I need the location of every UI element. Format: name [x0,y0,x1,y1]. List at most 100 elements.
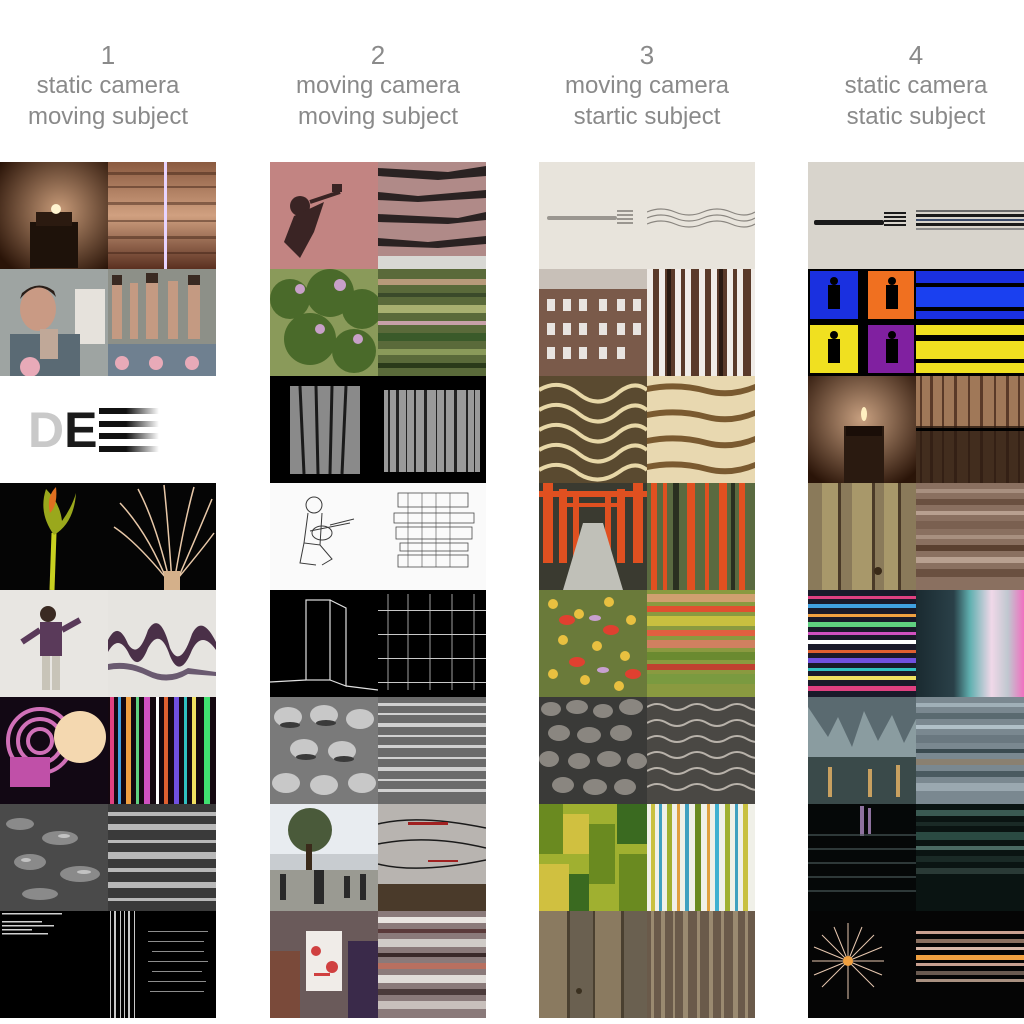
logo-letter-d: D [28,402,64,458]
wood-wall-photo [539,911,647,1018]
night-water-slitscan [916,804,1024,911]
candle-photo [0,162,108,269]
salad-slitscan [647,590,755,697]
tree-photo [270,269,378,376]
column-label-line2: static subject [846,103,986,130]
terminal-slitscan [108,911,216,1018]
image-pair-candle [0,162,216,269]
image-pair-night-water [808,804,1024,911]
shadow-slitscan [378,162,486,269]
image-pair-streaks [808,590,1024,697]
image-pair-pebbles [539,697,755,804]
shadow-photo [270,162,378,269]
card-photo [270,911,378,1018]
person-photo [0,269,108,376]
pebbles-slitscan [647,697,755,804]
image-grid [270,162,486,1018]
flower-bud-photo [0,483,108,590]
water-slitscan [108,804,216,911]
dancer-slitscan [108,590,216,697]
fork-static-photo [808,162,916,269]
image-pair-reflection [808,697,1024,804]
tree-slitscan [378,269,486,376]
door-drawing [270,590,378,697]
flower-bud-slitscan [108,483,216,590]
pebbles-photo [539,697,647,804]
streaks-photo [808,590,916,697]
crowd-photo [270,804,378,911]
card-slitscan [378,911,486,1018]
logo-letter-e: E [64,402,97,458]
night-water-photo [808,804,916,911]
column-number: 2 [370,40,386,70]
column-label-line1: static camera [36,72,180,99]
image-pair-door [270,590,486,697]
column-label-line1: moving camera [295,72,461,99]
water-photo [0,804,108,911]
bark-slitscan [916,483,1024,590]
bark-photo [808,483,916,590]
noodles-slitscan [647,376,755,483]
dandelion-photo [808,911,916,1018]
wood-wall-slitscan [647,911,755,1018]
column-label-line2: moving subject [27,103,189,130]
green-wood-photo [539,804,647,911]
image-pair-circles [0,697,216,804]
image-pair-crowd [270,804,486,911]
person-slitscan [108,269,216,376]
image-pair-fence [270,376,486,483]
building-photo [539,269,647,376]
guitarist-slitscan [378,483,486,590]
candle-slitscan [108,162,216,269]
fence-slitscan [378,376,486,483]
column-1-header: 1 static camera moving subject [0,40,216,132]
image-grid: D E [0,162,216,1018]
column-label-line2: moving subject [297,103,459,130]
torii-slitscan [647,483,755,590]
image-pair-fork-static [808,162,1024,269]
column-2-header: 2 moving camera moving subject [270,40,486,132]
image-pair-de-logo: D E [0,376,216,483]
fork-slitscan [647,162,755,269]
image-pair-pop-art [808,269,1024,376]
image-pair-torii [539,483,755,590]
terminal-photo [0,911,108,1018]
image-pair-person [0,269,216,376]
noodles-photo [539,376,647,483]
image-pair-building [539,269,755,376]
image-pair-noodles [539,376,755,483]
door-slitscan [378,590,486,697]
building-slitscan [647,269,755,376]
image-pair-fork [539,162,755,269]
torii-photo [539,483,647,590]
fence-photo [270,376,378,483]
image-pair-salad [539,590,755,697]
pop-art-slitscan [916,269,1024,376]
image-pair-wood-wall [539,911,755,1018]
candle-static-photo [808,376,916,483]
texture-slitscan [378,697,486,804]
image-pair-terminal [0,911,216,1018]
image-pair-water [0,804,216,911]
column-4-header: 4 static camera static subject [808,40,1024,132]
reflection-photo [808,697,916,804]
pop-art-photo [808,269,916,376]
column-3-header: 3 moving camera startic subject [539,40,755,132]
guitarist-sketch [270,483,378,590]
texture-photo [270,697,378,804]
image-pair-guitarist [270,483,486,590]
dancer-photo [0,590,108,697]
logo-stripes [99,408,160,452]
image-grid [539,162,755,1018]
de-logo: D E [28,396,160,464]
crowd-slitscan [378,804,486,911]
salad-photo [539,590,647,697]
reflection-slitscan [916,697,1024,804]
column-label-line2: startic subject [573,103,721,130]
streaks-slitscan [916,590,1024,697]
fork-photo [539,162,647,269]
column-label-line1: static camera [844,72,988,99]
image-pair-flower-bud [0,483,216,590]
green-wood-slitscan [647,804,755,911]
image-pair-dandelion [808,911,1024,1018]
